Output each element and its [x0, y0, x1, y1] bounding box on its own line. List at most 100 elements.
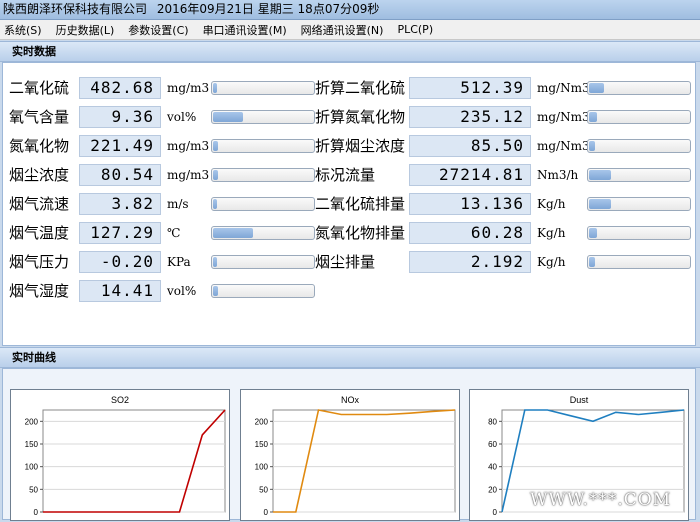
level-bar	[587, 255, 691, 269]
data-row: 烟气湿度 14.41 vol%	[9, 280, 315, 302]
parameter-label: 氮氧化物排量	[315, 224, 406, 242]
y-tick-label: 0	[34, 508, 39, 517]
y-tick-label: 150	[255, 440, 269, 449]
data-row: 氮氧化物 221.49 mg/m3	[9, 135, 315, 157]
parameter-label: 折算二氧化硫	[315, 79, 406, 97]
y-tick-label: 200	[25, 417, 39, 426]
chart-title: Dust	[570, 395, 589, 405]
level-bar	[211, 110, 315, 124]
parameter-label: 二氧化硫排量	[315, 195, 406, 213]
unit-label: Kg/h	[537, 255, 566, 269]
level-bar-fill	[213, 83, 217, 93]
level-bar-fill	[213, 257, 217, 267]
value-display: 27214.81	[409, 164, 531, 186]
level-bar-fill	[213, 170, 218, 180]
company-name: 陕西朗泽环保科技有限公司	[3, 2, 148, 16]
unit-label: mg/Nm3	[537, 139, 590, 153]
data-row: 烟尘浓度 80.54 mg/m3	[9, 164, 315, 186]
value-display: 9.36	[79, 106, 161, 128]
menu-network-settings[interactable]: 网络通讯设置(N)	[301, 22, 384, 38]
level-bar	[211, 197, 315, 211]
menu-serial-settings[interactable]: 串口通讯设置(M)	[203, 22, 287, 38]
value-display: 3.82	[79, 193, 161, 215]
menu-parameters[interactable]: 参数设置(C)	[128, 22, 188, 38]
data-row: 二氧化硫 482.68 mg/m3	[9, 77, 315, 99]
unit-label: mg/m3	[167, 81, 210, 95]
parameter-label: 烟气温度	[9, 224, 70, 242]
y-tick-label: 50	[29, 485, 38, 494]
unit-label: Kg/h	[537, 197, 566, 211]
level-bar	[211, 255, 315, 269]
level-bar	[587, 110, 691, 124]
data-row: 氧气含量 9.36 vol%	[9, 106, 315, 128]
chart-title: SO2	[111, 395, 129, 405]
parameter-label: 标况流量	[315, 166, 376, 184]
value-display: 85.50	[409, 135, 531, 157]
value-display: 482.68	[79, 77, 161, 99]
plot-area	[272, 409, 456, 513]
data-row: 二氧化硫排量 13.136 Kg/h	[315, 193, 691, 215]
value-display: 127.29	[79, 222, 161, 244]
level-bar-fill	[589, 199, 611, 209]
y-tick-label: 200	[255, 417, 269, 426]
parameter-label: 烟气压力	[9, 253, 70, 271]
level-bar	[211, 284, 315, 298]
level-bar-fill	[213, 112, 243, 122]
menu-system[interactable]: 系统(S)	[4, 22, 42, 38]
realtime-curve-header: 实时曲线	[0, 347, 700, 368]
y-tick-label: 150	[25, 440, 39, 449]
datetime: 2016年09月21日 星期三 18点07分09秒	[156, 2, 380, 16]
y-tick-label: 80	[488, 417, 497, 426]
parameter-label: 氮氧化物	[9, 137, 70, 155]
plot-area	[42, 409, 226, 513]
parameter-label: 折算烟尘浓度	[315, 137, 406, 155]
level-bar	[211, 168, 315, 182]
value-display: 512.39	[409, 77, 531, 99]
parameter-label: 烟尘排量	[315, 253, 376, 271]
level-bar-fill	[213, 228, 253, 238]
level-bar	[587, 81, 691, 95]
level-bar	[211, 226, 315, 240]
level-bar-fill	[213, 286, 218, 296]
data-row: 标况流量 27214.81 Nm3/h	[315, 164, 691, 186]
parameter-label: 烟气湿度	[9, 282, 70, 300]
data-row: 烟气流速 3.82 m/s	[9, 193, 315, 215]
level-bar	[587, 197, 691, 211]
level-bar-fill	[213, 141, 218, 151]
y-tick-label: 0	[493, 508, 498, 517]
level-bar	[587, 226, 691, 240]
level-bar-fill	[589, 112, 597, 122]
y-tick-label: 50	[259, 485, 268, 494]
value-display: 80.54	[79, 164, 161, 186]
unit-label: mg/m3	[167, 139, 210, 153]
data-row: 烟气温度 127.29 ℃	[9, 222, 315, 244]
menu-bar: 系统(S) 历史数据(L) 参数设置(C) 串口通讯设置(M) 网络通讯设置(N…	[0, 20, 700, 40]
level-bar-fill	[589, 170, 611, 180]
y-tick-label: 20	[488, 485, 497, 494]
unit-label: vol%	[167, 110, 197, 124]
nox-chart: NOx 0 50 100 150 200	[240, 389, 460, 521]
level-bar-fill	[589, 228, 597, 238]
menu-history[interactable]: 历史数据(L)	[56, 22, 115, 38]
unit-label: m/s	[167, 197, 189, 211]
level-bar-fill	[589, 257, 595, 267]
data-row: 烟尘排量 2.192 Kg/h	[315, 251, 691, 273]
value-display: 2.192	[409, 251, 531, 273]
y-tick-label: 60	[488, 440, 497, 449]
unit-label: vol%	[167, 284, 197, 298]
parameter-label: 折算氮氧化物	[315, 108, 406, 126]
data-row: 折算氮氧化物 235.12 mg/Nm3	[315, 106, 691, 128]
so2-chart: SO2 0 50 100 150 200	[10, 389, 230, 521]
unit-label: mg/Nm3	[537, 81, 590, 95]
value-display: -0.20	[79, 251, 161, 273]
menu-plc[interactable]: PLC(P)	[397, 23, 433, 36]
y-tick-label: 0	[264, 508, 269, 517]
y-tick-label: 100	[25, 463, 39, 472]
parameter-label: 氧气含量	[9, 108, 70, 126]
parameter-label: 二氧化硫	[9, 79, 70, 97]
data-row: 烟气压力 -0.20 KPa	[9, 251, 315, 273]
level-bar	[587, 139, 691, 153]
unit-label: ℃	[167, 226, 181, 240]
y-tick-label: 40	[488, 463, 497, 472]
unit-label: mg/m3	[167, 168, 210, 182]
